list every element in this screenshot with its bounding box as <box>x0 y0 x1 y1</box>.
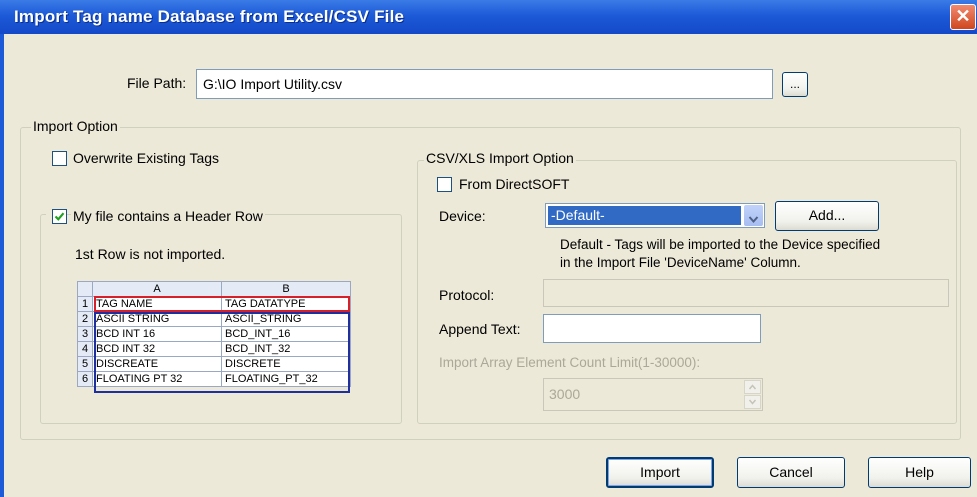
append-text-label: Append Text: <box>439 321 521 337</box>
row-number: 2 <box>77 311 93 327</box>
array-limit-label: Import Array Element Count Limit(1-30000… <box>439 355 701 370</box>
overwrite-label[interactable]: Overwrite Existing Tags <box>73 150 219 166</box>
row-number: 3 <box>77 326 93 342</box>
help-button[interactable]: Help <box>868 457 971 488</box>
row-number: 6 <box>77 371 93 387</box>
device-select[interactable]: -Default- <box>545 203 765 228</box>
file-path-label: File Path: <box>127 75 187 91</box>
file-path-input[interactable]: G:\IO Import Utility.csv <box>196 69 773 99</box>
device-label: Device: <box>439 208 486 224</box>
add-device-button[interactable]: Add... <box>775 201 879 231</box>
cancel-button[interactable]: Cancel <box>737 457 845 488</box>
array-limit-value: 3000 <box>549 386 581 402</box>
spin-up-icon <box>744 380 761 394</box>
chevron-down-icon <box>748 211 759 227</box>
column-header-b: B <box>221 281 351 297</box>
close-button[interactable]: ✕ <box>950 4 976 30</box>
checkmark-icon <box>53 210 66 226</box>
append-text-input[interactable] <box>543 314 761 343</box>
row-number: 4 <box>77 341 93 357</box>
window-frame-left <box>0 34 4 497</box>
row-number: 1 <box>77 296 93 312</box>
import-button[interactable]: Import <box>606 457 714 488</box>
dropdown-arrow[interactable] <box>744 205 763 226</box>
array-limit-spinner <box>744 380 761 409</box>
csv-option-legend: CSV/XLS Import Option <box>424 150 576 166</box>
from-directsoft-checkbox[interactable] <box>437 177 452 192</box>
protocol-label: Protocol: <box>439 287 495 303</box>
device-selected-value: -Default- <box>548 206 741 225</box>
import-option-legend: Import Option <box>31 118 120 134</box>
data-rows-outline <box>94 312 350 393</box>
header-row-note: 1st Row is not imported. <box>75 246 226 262</box>
spin-down-icon <box>744 395 761 409</box>
excel-preview: A B 1 TAG NAME TAG DATATYPE 2 ASCII STRI… <box>77 281 351 393</box>
array-limit-field: 3000 <box>543 378 763 411</box>
header-row-checkbox[interactable] <box>52 209 67 224</box>
close-icon: ✕ <box>955 6 971 26</box>
protocol-field <box>543 279 949 307</box>
overwrite-checkbox[interactable] <box>52 151 67 166</box>
from-directsoft-label[interactable]: From DirectSOFT <box>459 176 569 192</box>
column-header-a: A <box>92 281 222 297</box>
column-header-row: A B <box>77 281 351 297</box>
browse-button[interactable]: ... <box>782 72 808 97</box>
row-number: 5 <box>77 356 93 372</box>
window-title: Import Tag name Database from Excel/CSV … <box>14 7 405 26</box>
device-note-line-1: Default - Tags will be imported to the D… <box>560 237 881 252</box>
header-row-label[interactable]: My file contains a Header Row <box>71 208 265 224</box>
device-note-line-2: in the Import File 'DeviceName' Column. <box>560 255 801 270</box>
header-row-outline <box>94 296 350 312</box>
corner-cell <box>77 281 93 297</box>
